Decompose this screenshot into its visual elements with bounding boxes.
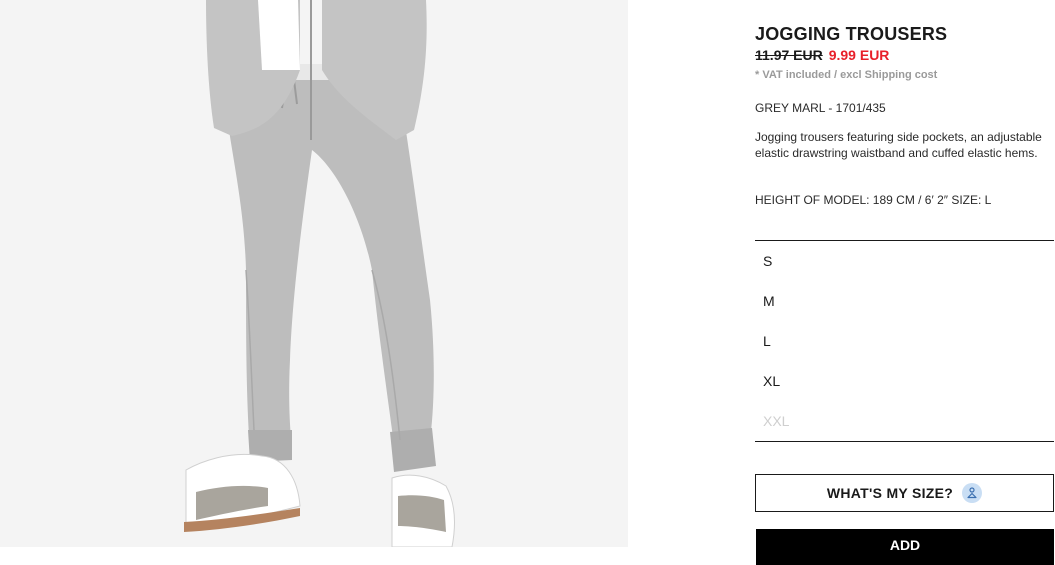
size-option-xxl: XXL bbox=[763, 413, 790, 429]
size-option-l[interactable]: L bbox=[763, 333, 771, 349]
size-selector: S M L XL XXL bbox=[755, 240, 1054, 442]
add-to-cart-button[interactable]: ADD bbox=[756, 529, 1054, 565]
old-price: 11.97 EUR bbox=[755, 47, 823, 63]
product-title: JOGGING TROUSERS bbox=[755, 24, 948, 44]
size-option-xl[interactable]: XL bbox=[763, 373, 780, 389]
product-image bbox=[0, 0, 628, 547]
vat-note: * VAT included / excl Shipping cost bbox=[755, 69, 938, 81]
whats-my-size-label: WHAT'S MY SIZE? bbox=[826, 485, 954, 501]
sale-price: 9.99 EUR bbox=[828, 47, 890, 63]
model-illustration bbox=[0, 0, 628, 547]
product-details: JOGGING TROUSERS 11.97 EUR 9.99 EUR * VAT… bbox=[755, 0, 1055, 565]
price-block: 11.97 EUR 9.99 EUR bbox=[755, 47, 889, 63]
product-description: Jogging trousers featuring side pockets,… bbox=[755, 130, 1042, 160]
color-reference: GREY MARL - 1701/435 bbox=[755, 101, 886, 115]
size-option-m[interactable]: M bbox=[763, 293, 775, 309]
model-height: HEIGHT OF MODEL: 189 CM / 6′ 2″ SIZE: L bbox=[755, 193, 992, 207]
whats-my-size-button[interactable]: WHAT'S MY SIZE? bbox=[755, 474, 1054, 512]
person-hanger-icon bbox=[962, 483, 983, 503]
size-option-s[interactable]: S bbox=[763, 253, 772, 269]
